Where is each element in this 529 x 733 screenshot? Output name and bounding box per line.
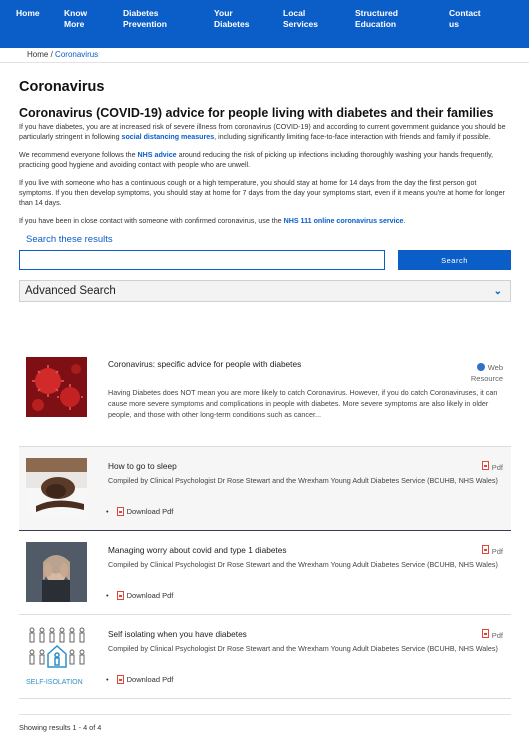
contact-paragraph: If you have been in close contact with s… (19, 217, 406, 225)
search-input[interactable] (19, 250, 385, 270)
result-type-badge: Pdf (481, 629, 503, 641)
result-type-badge: Web Resource (470, 363, 503, 383)
pdf-icon (481, 629, 489, 638)
result-title[interactable]: Managing worry about covid and type 1 di… (108, 545, 287, 555)
list-item[interactable]: Coronavirus: specific advice for people … (19, 345, 511, 447)
pdf-icon (116, 507, 124, 516)
results-count: Showing results 1 - 4 of 4 (19, 723, 102, 732)
nav-structured-education[interactable]: Structured Education (355, 0, 449, 48)
nav-home[interactable]: Home (16, 0, 64, 48)
results-list: Coronavirus: specific advice for people … (19, 345, 511, 699)
self-isolation-caption: SELF-ISOLATION (26, 679, 83, 686)
nav-local-services[interactable]: Local Services (283, 0, 355, 48)
coronavirus-thumbnail (26, 357, 87, 417)
main-nav: Home Know More Diabetes Prevention Your Dia… (0, 0, 529, 48)
pdf-icon (481, 461, 489, 470)
chevron-down-icon: ⌄ (493, 285, 502, 297)
pdf-icon (481, 545, 489, 554)
intro-paragraph: If you have diabetes, you are at increas… (19, 123, 506, 141)
list-item[interactable]: SELF-ISOLATION Self isolating when you h… (19, 615, 511, 699)
nav-your-diabetes[interactable]: Your Diabetes (214, 0, 283, 48)
breadcrumb: Home / Coronavirus (0, 48, 529, 63)
list-item[interactable]: Managing worry about covid and type 1 di… (19, 531, 511, 615)
result-type-badge: Pdf (481, 545, 503, 557)
search-button[interactable]: Search (398, 250, 511, 270)
breadcrumb-home[interactable]: Home (27, 50, 48, 59)
result-description: Compiled by Clinical Psychologist Dr Ros… (108, 644, 498, 653)
people-icon (29, 627, 85, 668)
advanced-search-label: Advanced Search (25, 285, 116, 297)
pdf-icon (116, 675, 124, 684)
result-type-badge: Pdf (481, 461, 503, 473)
globe-icon (476, 363, 485, 371)
nav-contact-us[interactable]: Contact us (449, 0, 509, 48)
download-pdf-link[interactable]: • Download Pdf (106, 675, 173, 684)
list-item[interactable]: How to go to sleep Pdf Compiled by Clini… (19, 447, 511, 531)
download-pdf-link[interactable]: • Download Pdf (106, 591, 173, 600)
search-row: Search (19, 250, 529, 270)
result-title[interactable]: Self isolating when you have diabetes (108, 629, 247, 639)
nhs-111-link[interactable]: NHS 111 online coronavirus service (284, 217, 404, 225)
self-isolation-thumbnail: SELF-ISOLATION (26, 625, 87, 686)
advanced-search-toggle[interactable]: Advanced Search ⌄ (19, 280, 511, 302)
page-title: Coronavirus (19, 79, 105, 95)
divider (19, 714, 511, 715)
advice-paragraph: We recommend everyone follows the NHS ad… (19, 151, 494, 169)
result-title[interactable]: Coronavirus: specific advice for people … (108, 359, 301, 369)
nhs-advice-link[interactable]: NHS advice (138, 151, 177, 159)
social-distancing-link[interactable]: social distancing measures (122, 133, 215, 141)
worried-person-thumbnail (26, 542, 87, 602)
search-label: Search these results (26, 234, 113, 245)
breadcrumb-current[interactable]: Coronavirus (55, 50, 98, 59)
page-subtitle: Coronavirus (COVID-19) advice for people… (19, 106, 494, 120)
sleeping-person-thumbnail (26, 458, 87, 518)
result-description: Having Diabetes does NOT mean you are mo… (108, 388, 498, 419)
download-pdf-link[interactable]: • Download Pdf (106, 507, 173, 516)
pdf-icon (116, 591, 124, 600)
result-title[interactable]: How to go to sleep (108, 461, 177, 471)
result-description: Compiled by Clinical Psychologist Dr Ros… (108, 476, 498, 485)
nav-know-more[interactable]: Know More (64, 0, 123, 48)
nav-diabetes-prevention[interactable]: Diabetes Prevention (123, 0, 214, 48)
result-description: Compiled by Clinical Psychologist Dr Ros… (108, 560, 498, 569)
isolation-paragraph: If you live with someone who has a conti… (19, 179, 505, 207)
